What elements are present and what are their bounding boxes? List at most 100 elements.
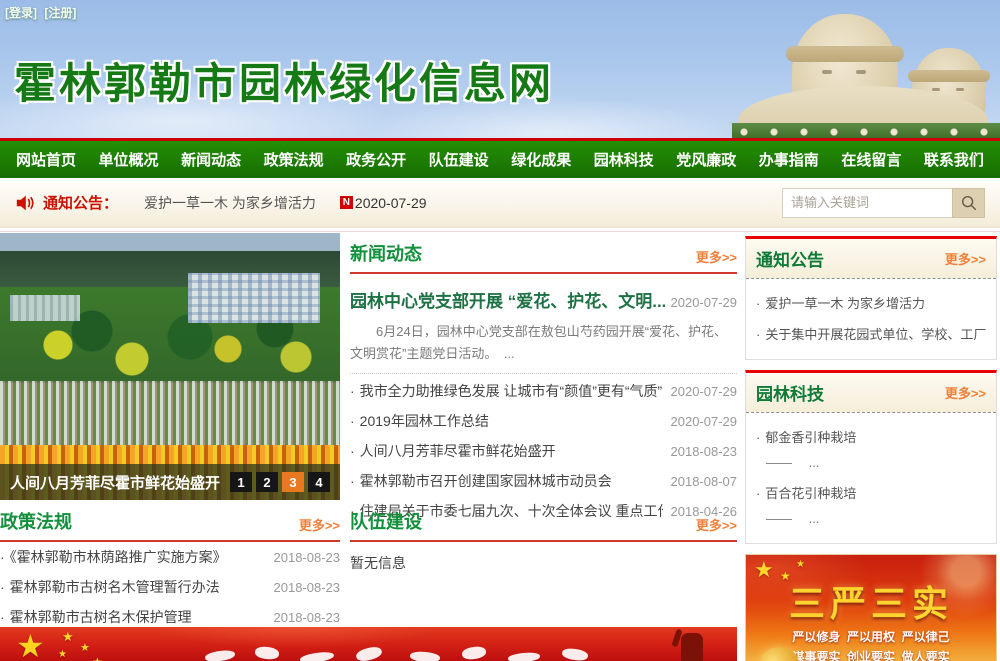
auth-links: [登录] [注册] [5, 4, 80, 21]
news-row: 霍林郭勒市召开创建国家园林城市动员会 2018-08-07 [350, 466, 737, 496]
notice-box-title: 通知公告 [756, 246, 824, 271]
photo-building [188, 273, 320, 323]
news-link[interactable]: 霍林郭勒市召开创建国家园林城市动员会 [350, 471, 612, 491]
slideshow-page-button[interactable]: 2 [256, 472, 278, 492]
new-badge-icon: N [340, 196, 353, 209]
tech-box: 园林科技 更多>> 郁金香引种栽培 —— ... 百合花引种栽培 —— ... [745, 370, 997, 544]
policy-row: 《霍林郭勒市林荫路推广实施方案》 2018-08-23 [0, 542, 340, 572]
nav-item-about[interactable]: 单位概况 [99, 149, 159, 170]
featured-news: 园林中心党支部开展 “爱花、护花、文明... 2020-07-29 [350, 287, 737, 312]
calligraphy-stroke [461, 645, 486, 660]
slideshow-page-button[interactable]: 1 [230, 472, 252, 492]
star-icon: ★ [80, 641, 90, 654]
team-section-title: 队伍建设 [350, 508, 422, 534]
slideshow-page-button[interactable]: 3 [282, 472, 304, 492]
calligraphy-stroke [355, 645, 383, 661]
policy-section-header: 政策法规 更多>> [0, 508, 340, 542]
policy-more-link[interactable]: 更多>> [299, 515, 340, 534]
search-box [782, 188, 985, 218]
notice-box-item[interactable]: 爱护一草一木 为家乡增活力 [756, 287, 986, 318]
nav-item-news[interactable]: 新闻动态 [181, 149, 241, 170]
notice-box-header: 通知公告 更多>> [746, 239, 996, 279]
main-nav: 网站首页 单位概况 新闻动态 政策法规 政务公开 队伍建设 绿化成果 园林科技 … [0, 141, 1000, 178]
slogan-banner[interactable]: ★ ★ ★ 三严三实 严以修身 严以用权 严以律己 谋事要实 创业要实 做人要实 [745, 554, 997, 661]
featured-news-date: 2020-07-29 [671, 295, 738, 310]
team-more-link[interactable]: 更多>> [696, 515, 737, 534]
statue-silhouette [681, 633, 703, 661]
nav-item-party[interactable]: 党风廉政 [676, 149, 736, 170]
news-link[interactable]: 我市全力助推绿色发展 让城市有“颜值”更有“气质” [350, 381, 662, 401]
speaker-icon [15, 194, 35, 212]
notice-box-item[interactable]: 关于集中开展花园式单位、学校、工厂... [756, 318, 986, 349]
slideshow-caption-bar: 人间八月芳菲尽霍市鲜花始盛开 1 2 3 4 [0, 464, 340, 500]
calligraphy-stroke [300, 651, 335, 661]
nav-item-contact[interactable]: 联系我们 [924, 149, 984, 170]
notice-date: 2020-07-29 [355, 195, 427, 211]
page: [登录] [注册] 霍林郭勒市园林绿化信息网 网站首页 单位概况 新闻动态 政策… [0, 0, 1000, 661]
register-link[interactable]: [注册] [44, 6, 76, 20]
slideshow[interactable]: 人间八月芳菲尽霍市鲜花始盛开 1 2 3 4 [0, 233, 340, 500]
news-date: 2020-07-29 [671, 414, 738, 429]
nav-item-guide[interactable]: 办事指南 [759, 149, 819, 170]
tech-box-item[interactable]: 百合花引种栽培 [756, 477, 986, 508]
nav-item-home[interactable]: 网站首页 [16, 149, 76, 170]
slideshow-photo [0, 233, 340, 500]
tech-box-more-link[interactable]: 更多>> [945, 383, 986, 402]
policy-section-title: 政策法规 [0, 508, 72, 534]
notice-box: 通知公告 更多>> 爱护一草一木 为家乡增活力 关于集中开展花园式单位、学校、工… [745, 236, 997, 360]
news-link[interactable]: 2019年园林工作总结 [350, 411, 489, 431]
bottom-propaganda-banner[interactable]: ★ ★ ★ ★ ★ [0, 627, 737, 661]
tech-box-item-sub: —— ... [756, 452, 986, 477]
policy-link[interactable]: 《霍林郭勒市林荫路推广实施方案》 [0, 547, 227, 567]
nav-item-team[interactable]: 队伍建设 [429, 149, 489, 170]
nav-item-greening[interactable]: 绿化成果 [511, 149, 571, 170]
notice-headline-link[interactable]: 爱护一草一木 为家乡增活力 [144, 193, 316, 213]
policy-date: 2018-08-23 [274, 550, 341, 565]
news-link[interactable]: 人间八月芳菲尽霍市鲜花始盛开 [350, 441, 556, 461]
tech-box-title: 园林科技 [756, 380, 824, 405]
dotted-divider [350, 373, 737, 374]
nav-item-message[interactable]: 在线留言 [841, 149, 901, 170]
policy-row: 霍林郭勒市古树名木管理暂行办法 2018-08-23 [0, 572, 340, 602]
news-more-link[interactable]: 更多>> [696, 247, 737, 266]
nav-item-tech[interactable]: 园林科技 [594, 149, 654, 170]
policy-link[interactable]: 霍林郭勒市古树名木保护管理 [0, 607, 192, 627]
calligraphy-stroke [561, 647, 588, 661]
tech-box-item[interactable]: 郁金香引种栽培 [756, 421, 986, 452]
site-title: 霍林郭勒市园林绿化信息网 [14, 50, 554, 111]
slogan-title: 三严三实 [746, 575, 996, 627]
nav-item-policy[interactable]: 政策法规 [264, 149, 324, 170]
photo-building-left [10, 295, 80, 321]
slideshow-page-button[interactable]: 4 [308, 472, 330, 492]
login-link[interactable]: [登录] [5, 6, 37, 20]
star-icon: ★ [58, 649, 67, 660]
slideshow-pagination: 1 2 3 4 [230, 472, 330, 492]
calligraphy-stroke [204, 649, 235, 661]
news-date: 2018-08-23 [671, 444, 738, 459]
featured-news-link[interactable]: 园林中心党支部开展 “爱花、护花、文明... [350, 287, 665, 312]
news-section: 新闻动态 更多>> 园林中心党支部开展 “爱花、护花、文明... 2020-07… [350, 240, 737, 526]
nav-item-gov-affairs[interactable]: 政务公开 [346, 149, 406, 170]
featured-news-summary: 6月24日，园林中心党支部在敖包山芍药园开展“爱花、护花、文明赏花”主题党日活动… [350, 321, 737, 365]
star-icon: ★ [16, 627, 45, 661]
star-icon: ★ [796, 559, 805, 570]
slogan-line1: 严以修身 严以用权 严以律己 [746, 628, 996, 645]
news-row: 2019年园林工作总结 2020-07-29 [350, 406, 737, 436]
search-input[interactable] [782, 188, 952, 218]
right-sidebar: 通知公告 更多>> 爱护一草一木 为家乡增活力 关于集中开展花园式单位、学校、工… [745, 236, 997, 661]
search-button[interactable] [952, 188, 985, 218]
notice-box-more-link[interactable]: 更多>> [945, 249, 986, 268]
policy-link[interactable]: 霍林郭勒市古树名木管理暂行办法 [0, 577, 220, 597]
notice-bar: 通知公告： 爱护一草一木 为家乡增活力 N 2020-07-29 [0, 178, 1000, 228]
slideshow-caption-link[interactable]: 人间八月芳菲尽霍市鲜花始盛开 [10, 472, 230, 493]
calligraphy-stroke [410, 651, 441, 661]
policy-list: 《霍林郭勒市林荫路推广实施方案》 2018-08-23 霍林郭勒市古树名木管理暂… [0, 542, 340, 632]
team-section-header: 队伍建设 更多>> [350, 508, 737, 542]
calligraphy-stroke [508, 652, 541, 661]
team-empty-text: 暂无信息 [350, 542, 737, 584]
statue-photo [732, 0, 1000, 138]
tech-box-item-sub: —— ... [756, 508, 986, 533]
news-section-title: 新闻动态 [350, 240, 422, 266]
team-section: 队伍建设 更多>> 暂无信息 [350, 508, 737, 584]
header-banner: [登录] [注册] 霍林郭勒市园林绿化信息网 [0, 0, 1000, 138]
